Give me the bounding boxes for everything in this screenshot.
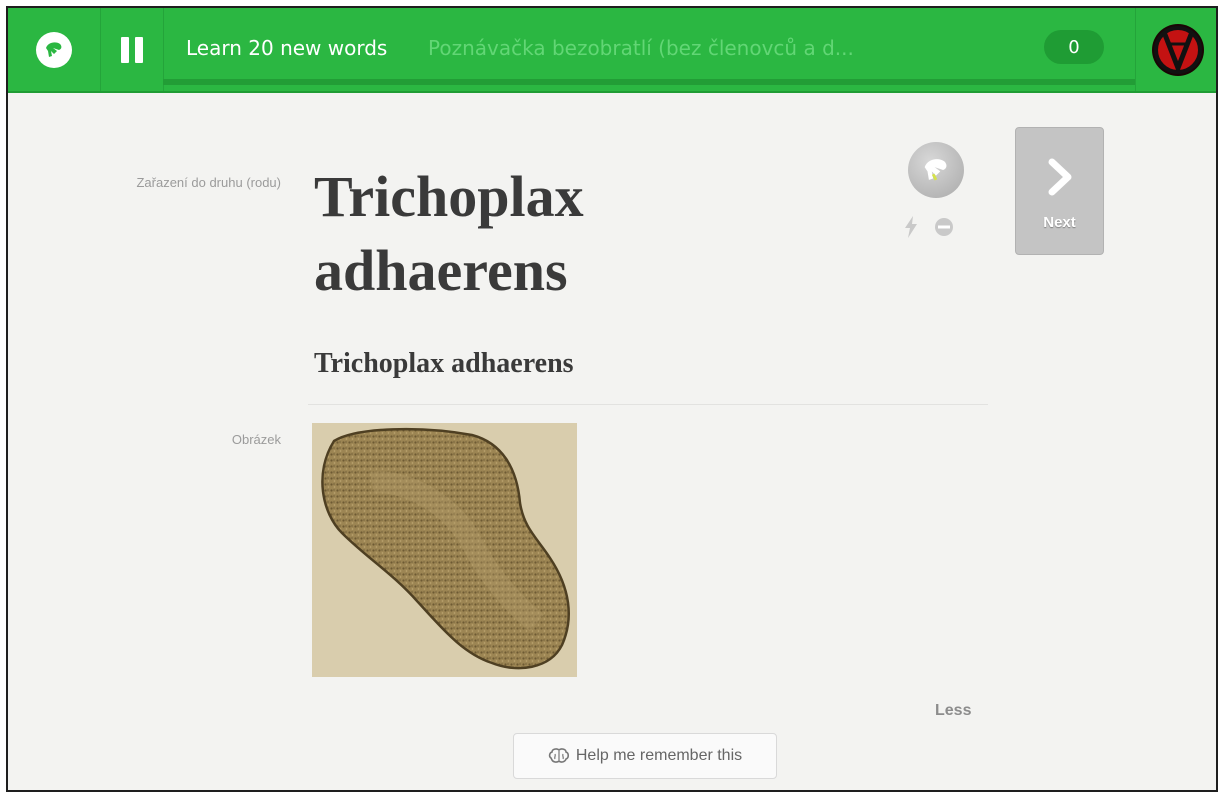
top-bar: Learn 20 new words Poznávačka bezobratlí…	[8, 8, 1216, 93]
session-progress-bar	[163, 79, 1135, 85]
specimen-image	[312, 423, 577, 677]
memrise-mem-icon[interactable]	[908, 142, 964, 198]
memrise-logo-icon	[36, 31, 72, 68]
less-link[interactable]: Less	[935, 702, 971, 720]
word-definition: Trichoplax adhaerens	[314, 348, 574, 379]
chevron-right-icon	[1048, 158, 1071, 196]
brain-icon	[548, 748, 569, 763]
ignore-minus-icon[interactable]	[934, 217, 954, 237]
user-avatar-icon	[1151, 23, 1204, 76]
home-logo-button[interactable]	[8, 8, 101, 91]
session-title: Learn 20 new words	[186, 36, 388, 60]
help-me-remember-button[interactable]: Help me remember this	[513, 733, 777, 779]
lightning-icon[interactable]	[904, 216, 918, 238]
word-option-icons	[904, 216, 954, 238]
score-badge: 0	[1044, 30, 1104, 64]
course-title[interactable]: Poznávačka bezobratlí (bez členovců a d.…	[428, 36, 854, 60]
app-frame: Learn 20 new words Poznávačka bezobratlí…	[6, 6, 1218, 792]
next-button-label: Next	[1043, 214, 1076, 231]
next-button[interactable]: Next	[1015, 127, 1104, 255]
word-term: Trichoplax adhaerens	[314, 164, 584, 303]
pause-button[interactable]	[101, 8, 164, 91]
word-field-label: Zařazení do druhu (rodu)	[136, 175, 281, 190]
help-button-label: Help me remember this	[575, 747, 743, 764]
user-avatar-button[interactable]	[1135, 8, 1216, 91]
pause-icon	[121, 36, 129, 63]
image-field-label: Obrázek	[231, 432, 281, 447]
section-divider	[308, 404, 988, 405]
